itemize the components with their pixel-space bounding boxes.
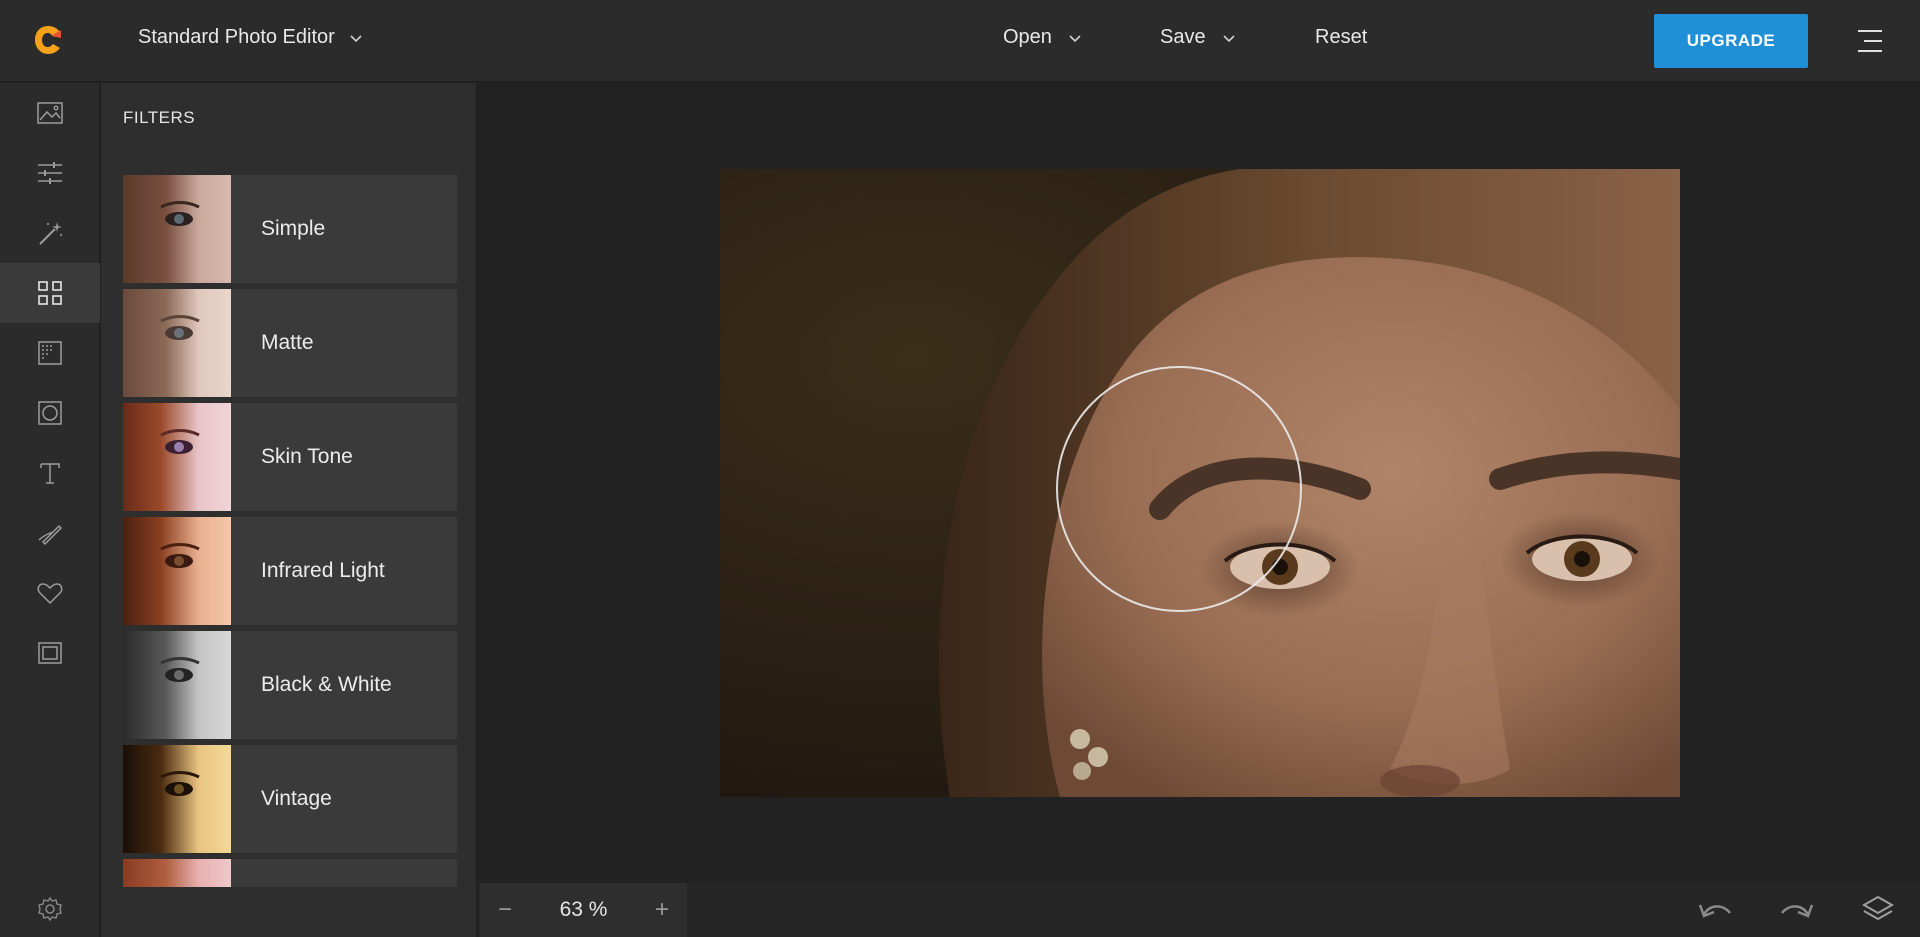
- rail-item-text[interactable]: [0, 443, 100, 503]
- texture-icon: [38, 341, 62, 365]
- filter-thumbnail: [123, 517, 231, 625]
- filter-item-black-white[interactable]: Black & White: [123, 631, 457, 739]
- adjust-sliders-icon: [38, 162, 62, 184]
- rail-item-textures[interactable]: [0, 323, 100, 383]
- chevron-down-icon: [1223, 34, 1235, 42]
- rail-item-image[interactable]: [0, 83, 100, 143]
- open-menu-label: Open: [1003, 26, 1052, 48]
- layers-icon[interactable]: [1858, 893, 1898, 927]
- filter-item-simple[interactable]: Simple: [123, 175, 457, 283]
- filter-list[interactable]: Simple Matte Skin Tone Infrared Light Bl…: [123, 175, 457, 887]
- open-menu[interactable]: Open: [1003, 26, 1082, 49]
- filter-label: Vintage: [261, 787, 332, 810]
- heart-icon: [37, 583, 63, 605]
- editor-type-dropdown[interactable]: Standard Photo Editor: [138, 26, 363, 49]
- filters-panel: FILTERS Simple Matte Skin Tone Infrared …: [101, 83, 477, 937]
- text-icon: [40, 463, 60, 484]
- bottom-bar: − 63 % +: [478, 883, 1920, 937]
- rail-item-draw[interactable]: [0, 503, 100, 563]
- filter-thumbnail: [123, 745, 231, 853]
- image-icon: [37, 102, 63, 124]
- filter-thumbnail: [123, 175, 231, 283]
- filter-item-partial[interactable]: [123, 859, 457, 887]
- filter-label: Infrared Light: [261, 559, 385, 582]
- top-bar: Standard Photo Editor Open Save Reset UP…: [0, 0, 1920, 82]
- zoom-control: − 63 % +: [480, 883, 687, 937]
- filter-label: Black & White: [261, 673, 392, 696]
- filter-label: Matte: [261, 331, 314, 354]
- save-menu[interactable]: Save: [1160, 26, 1236, 49]
- frame-icon: [38, 642, 62, 664]
- filters-grid-icon: [38, 281, 62, 305]
- zoom-in-button[interactable]: +: [637, 883, 687, 937]
- chevron-down-icon: [1069, 34, 1081, 42]
- rail-item-stickers[interactable]: [0, 563, 100, 623]
- filter-thumbnail: [123, 859, 231, 887]
- filter-thumbnail: [123, 289, 231, 397]
- tool-rail: [0, 83, 100, 937]
- canvas-area[interactable]: [478, 83, 1920, 883]
- rail-item-effects[interactable]: [0, 203, 100, 263]
- editor-type-label: Standard Photo Editor: [138, 26, 335, 48]
- filter-item-skin-tone[interactable]: Skin Tone: [123, 403, 457, 511]
- filter-item-matte[interactable]: Matte: [123, 289, 457, 397]
- zoom-out-button[interactable]: −: [480, 883, 530, 937]
- undo-icon[interactable]: [1696, 893, 1736, 927]
- save-menu-label: Save: [1160, 26, 1206, 48]
- reset-button-label: Reset: [1315, 26, 1368, 48]
- rail-item-vignette[interactable]: [0, 383, 100, 443]
- filter-item-vintage[interactable]: Vintage: [123, 745, 457, 853]
- hamburger-menu-icon[interactable]: [1856, 28, 1884, 54]
- brush-cursor-circle: [1056, 366, 1302, 612]
- chevron-down-icon: [350, 34, 362, 42]
- filter-item-infrared-light[interactable]: Infrared Light: [123, 517, 457, 625]
- reset-button[interactable]: Reset: [1315, 26, 1367, 49]
- redo-icon[interactable]: [1776, 893, 1816, 927]
- rail-item-filters[interactable]: [0, 263, 100, 323]
- magic-wand-icon: [39, 222, 62, 245]
- rail-item-frames[interactable]: [0, 623, 100, 683]
- zoom-level: 63 %: [559, 898, 608, 921]
- app-logo-icon[interactable]: [33, 24, 63, 56]
- vignette-icon: [38, 401, 62, 425]
- filter-thumbnail: [123, 631, 231, 739]
- filter-label: Skin Tone: [261, 445, 353, 468]
- gear-icon[interactable]: [36, 895, 64, 923]
- panel-title: FILTERS: [123, 108, 196, 127]
- filter-thumbnail: [123, 403, 231, 511]
- brush-icon: [38, 524, 63, 546]
- filter-label: Simple: [261, 217, 326, 240]
- upgrade-button[interactable]: UPGRADE: [1654, 14, 1808, 68]
- rail-item-adjust[interactable]: [0, 143, 100, 203]
